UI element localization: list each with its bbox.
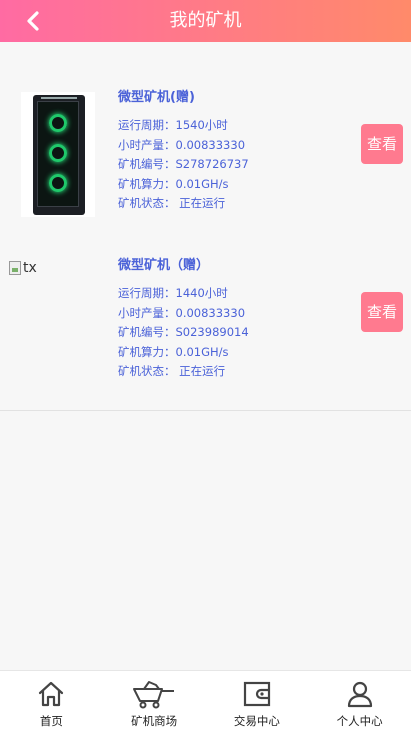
miner-serial: 矿机编号：S278726737: [118, 157, 249, 171]
app-header: 我的矿机: [0, 0, 411, 42]
miner-status: 矿机状态： 正在运行: [118, 196, 226, 210]
user-icon: [347, 681, 372, 708]
tab-home[interactable]: 首页: [0, 671, 103, 734]
tab-profile-label: 个人中心: [336, 714, 383, 728]
miner-hashrate: 矿机算力：0.01GH/s: [118, 176, 229, 191]
miner-cycle: 运行周期：1540小时: [118, 118, 228, 132]
miner-image-broken: tx: [9, 260, 37, 276]
miner-serial: 矿机编号：S023989014: [118, 325, 249, 339]
page-title: 我的矿机: [169, 10, 242, 31]
miner-hourly-output: 小时产量：0.00833330: [118, 305, 246, 320]
miner-name: 微型矿机（赠）: [118, 258, 210, 273]
broken-image-icon: [9, 261, 21, 275]
miner-info: 微型矿机（赠） 运行周期：1440小时 小时产量：0.00833330 矿机编号…: [118, 256, 249, 382]
view-button[interactable]: 查看: [361, 124, 403, 164]
tab-trade-label: 交易中心: [233, 714, 280, 728]
pc-tower-image: [33, 95, 85, 215]
wallet-icon: [243, 681, 270, 707]
miner-status: 矿机状态： 正在运行: [118, 364, 226, 378]
mining-cart-icon: [133, 681, 175, 709]
tab-market[interactable]: 矿机商场: [103, 671, 206, 734]
miner-cycle: 运行周期：1440小时: [118, 286, 228, 300]
tab-market-label: 矿机商场: [131, 714, 178, 728]
home-icon: [39, 681, 64, 707]
tab-home-label: 首页: [39, 714, 63, 728]
miner-hourly-output: 小时产量：0.00833330: [118, 137, 246, 152]
view-button[interactable]: 查看: [361, 292, 403, 332]
miner-card: 微型矿机(赠) 运行周期：1540小时 小时产量：0.00833330 矿机编号…: [0, 74, 411, 243]
miner-name: 微型矿机(赠): [118, 90, 195, 105]
miner-image: [21, 92, 95, 217]
bottom-tab-bar: 首页 矿机商场 交易中心 个人中心: [0, 670, 411, 734]
miner-info: 微型矿机(赠) 运行周期：1540小时 小时产量：0.00833330 矿机编号…: [118, 88, 249, 214]
tab-profile[interactable]: 个人中心: [308, 671, 411, 734]
miner-card: tx 微型矿机（赠） 运行周期：1440小时 小时产量：0.00833330 矿…: [0, 242, 411, 411]
tab-trade[interactable]: 交易中心: [206, 671, 309, 734]
image-alt-text: tx: [23, 260, 37, 276]
miner-hashrate: 矿机算力：0.01GH/s: [118, 344, 229, 359]
